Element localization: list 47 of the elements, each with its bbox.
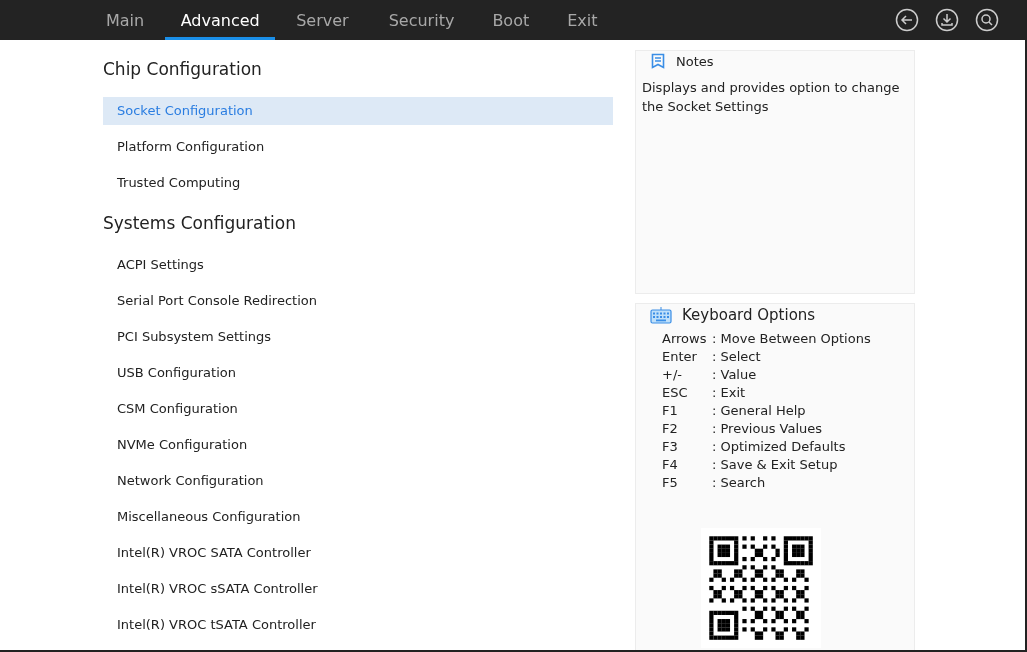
menu-item[interactable]: Trusted Computing (103, 169, 613, 197)
menu-tab[interactable]: Security (371, 0, 472, 40)
notes-text: Displays and provides option to change the Socket Settings (641, 79, 901, 116)
keyboard-options-title: Keyboard Options (682, 306, 816, 324)
menu-item[interactable]: Network Configuration (103, 467, 613, 495)
back-icon[interactable] (895, 8, 919, 32)
shortcut-action: : Select (712, 348, 762, 366)
menu-tab[interactable]: Boot (475, 0, 547, 40)
shortcut-action: : Previous Values (712, 420, 824, 438)
shortcut-action: : Exit (712, 384, 747, 402)
menu-item[interactable]: USB Configuration (103, 359, 613, 387)
shortcut-key: F3 (662, 438, 712, 456)
shortcut-action: : Save & Exit Setup (712, 456, 839, 474)
shortcut-action: : Search (712, 474, 767, 492)
download-icon[interactable] (935, 8, 959, 32)
shortcut-key: F2 (662, 420, 712, 438)
menu-tab[interactable]: Exit (550, 0, 615, 40)
menu-item[interactable]: Intel(R) VROC tSATA Controller (103, 611, 613, 639)
shortcut-action: : Move Between Options (712, 330, 872, 348)
menu-tab[interactable]: Main (89, 0, 162, 40)
search-icon[interactable] (975, 8, 999, 32)
menu-item[interactable]: Platform Configuration (103, 133, 613, 161)
shortcut-action: : General Help (712, 402, 807, 420)
shortcut-key: F4 (662, 456, 712, 474)
section-heading: Systems Configuration (103, 212, 297, 235)
shortcut-action: : Value (712, 366, 758, 384)
shortcut-key: F5 (662, 474, 712, 492)
menu-item[interactable]: Miscellaneous Configuration (103, 503, 613, 531)
menu-item[interactable]: Serial Port Console Redirection (103, 287, 613, 315)
shortcut-key: +/- (662, 366, 712, 384)
shortcut-key: Arrows (662, 330, 712, 348)
shortcut-key: F1 (662, 402, 712, 420)
menu-item[interactable]: ACPI Settings (103, 251, 613, 279)
notes-title: Notes (676, 53, 714, 69)
menu-tab[interactable]: Server (279, 0, 366, 40)
shortcut-action: : Optimized Defaults (712, 438, 847, 456)
shortcut-key: ESC (662, 384, 712, 402)
keyboard-icon (650, 306, 672, 324)
menu-tab[interactable]: Advanced (165, 0, 276, 40)
menu-item[interactable]: CSM Configuration (103, 395, 613, 423)
menu-item[interactable]: Intel(R) VROC sSATA Controller (103, 575, 613, 603)
shortcut-key: Enter (662, 348, 712, 366)
bookmark-note-icon (650, 53, 666, 69)
section-heading: Chip Configuration (103, 58, 263, 81)
menu-item[interactable]: NVMe Configuration (103, 431, 613, 459)
menu-item[interactable]: PCI Subsystem Settings (103, 323, 613, 351)
menu-item[interactable]: Intel(R) VROC SATA Controller (103, 539, 613, 567)
